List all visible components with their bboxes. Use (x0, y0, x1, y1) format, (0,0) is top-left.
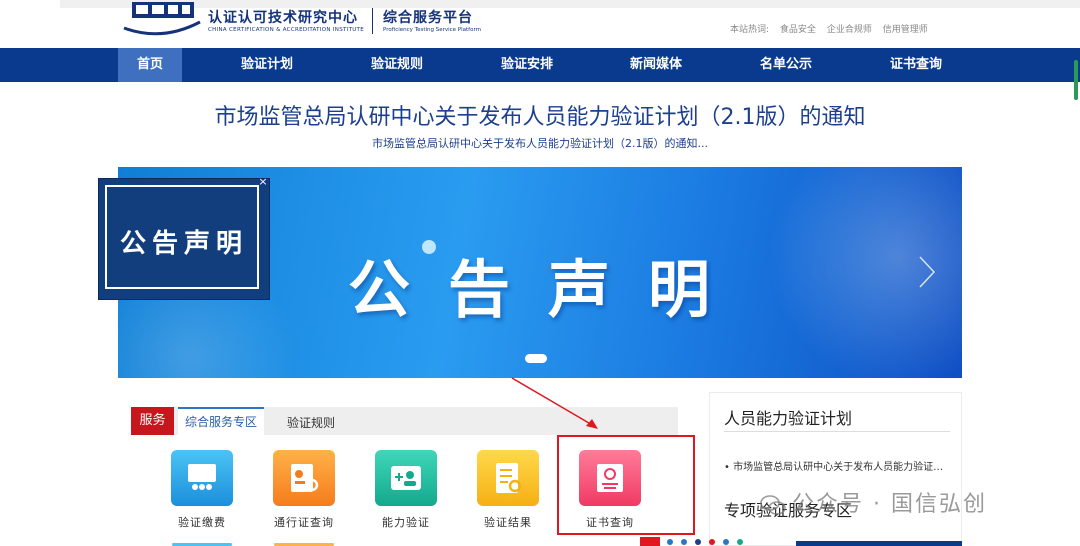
service-tile-payment[interactable]: 验证缴费 (162, 450, 242, 530)
nav-item-schedule[interactable]: 验证安排 (482, 48, 572, 82)
banner-title: 公告声明 (348, 253, 749, 326)
nav-item-list[interactable]: 名单公示 (741, 48, 831, 82)
watermark-text: 公众号 · 国信弘创 (792, 492, 987, 517)
sidebar-banner-partial (796, 541, 962, 546)
wechat-watermark: 公众号 · 国信弘创 (760, 486, 987, 518)
system-tray-icons[interactable] (640, 537, 800, 546)
sidebar-news-item[interactable]: • 市场监管总局认研中心关于发布人员能力验证计划（2.1版）的通知 (724, 458, 952, 473)
sidebar-title[interactable]: 人员能力验证计划 (724, 405, 852, 429)
nav-item-home[interactable]: 首页 (118, 48, 182, 82)
scrollbar-thumb[interactable] (1074, 60, 1078, 100)
hotwords-label: 本站热词: (730, 25, 770, 35)
id-card-search-icon (273, 450, 335, 506)
platform-name-en: Proficiency Testing Service Platform (383, 27, 481, 33)
hotword-link[interactable]: 食品安全 (780, 25, 816, 35)
banner-pagination-dot[interactable] (525, 354, 547, 363)
service-tile-pass-query[interactable]: 通行证查询 (264, 450, 344, 530)
annotation-arrow-icon (511, 377, 598, 429)
service-tile-label: 验证缴费 (178, 516, 226, 529)
annotation-highlight-box (557, 435, 695, 535)
service-tile-label: 验证结果 (484, 516, 532, 529)
wechat-icon (760, 495, 786, 515)
hotword-link[interactable]: 企业合规师 (827, 25, 872, 35)
platform-name-cn: 综合服务平台 (383, 10, 473, 26)
service-tile-label: 能力验证 (382, 516, 430, 529)
announcement-popup[interactable]: 公告声明 (98, 178, 270, 300)
tab-comprehensive-services[interactable]: 综合服务专区 (178, 407, 264, 435)
popup-frame: 公告声明 (105, 185, 259, 289)
nav-item-plan[interactable]: 验证计划 (222, 48, 312, 82)
nav-item-news[interactable]: 新闻媒体 (611, 48, 701, 82)
add-user-icon (375, 450, 437, 506)
nav-item-rules[interactable]: 验证规则 (352, 48, 442, 82)
org-name-en: CHINA CERTIFICATION & ACCREDITATION INST… (208, 27, 364, 33)
checklist-search-icon (477, 450, 539, 506)
tab-verification-rules[interactable]: 验证规则 (276, 409, 346, 437)
close-icon[interactable]: × (257, 176, 269, 188)
training-board-icon (171, 450, 233, 506)
notice-subtitle[interactable]: 市场监管总局认研中心关于发布人员能力验证计划（2.1版）的通知... (0, 135, 1080, 151)
services-label: 服务 (131, 407, 174, 435)
hotword-link[interactable]: 信用管理师 (883, 25, 928, 35)
banner-decor-dot (422, 240, 436, 254)
notice-title[interactable]: 市场监管总局认研中心关于发布人员能力验证计划（2.1版）的通知 (0, 99, 1080, 131)
nav-item-certificate[interactable]: 证书查询 (871, 48, 961, 82)
org-name-cn: 认证认可技术研究中心 (208, 10, 358, 26)
chevron-right-icon[interactable] (918, 255, 936, 289)
hotwords-bar: 本站热词: 食品安全 企业合规师 信用管理师 (730, 22, 936, 35)
ccai-logo-icon[interactable] (122, 2, 202, 36)
popup-text: 公告声明 (119, 229, 248, 259)
sidebar-divider (724, 431, 950, 432)
service-tile-results[interactable]: 验证结果 (468, 450, 548, 530)
header-divider (372, 8, 373, 34)
service-tile-label: 通行证查询 (274, 516, 334, 529)
main-nav: 首页 验证计划 验证规则 验证安排 新闻媒体 名单公示 证书查询 (0, 48, 1080, 82)
service-tile-ability[interactable]: 能力验证 (366, 450, 446, 530)
